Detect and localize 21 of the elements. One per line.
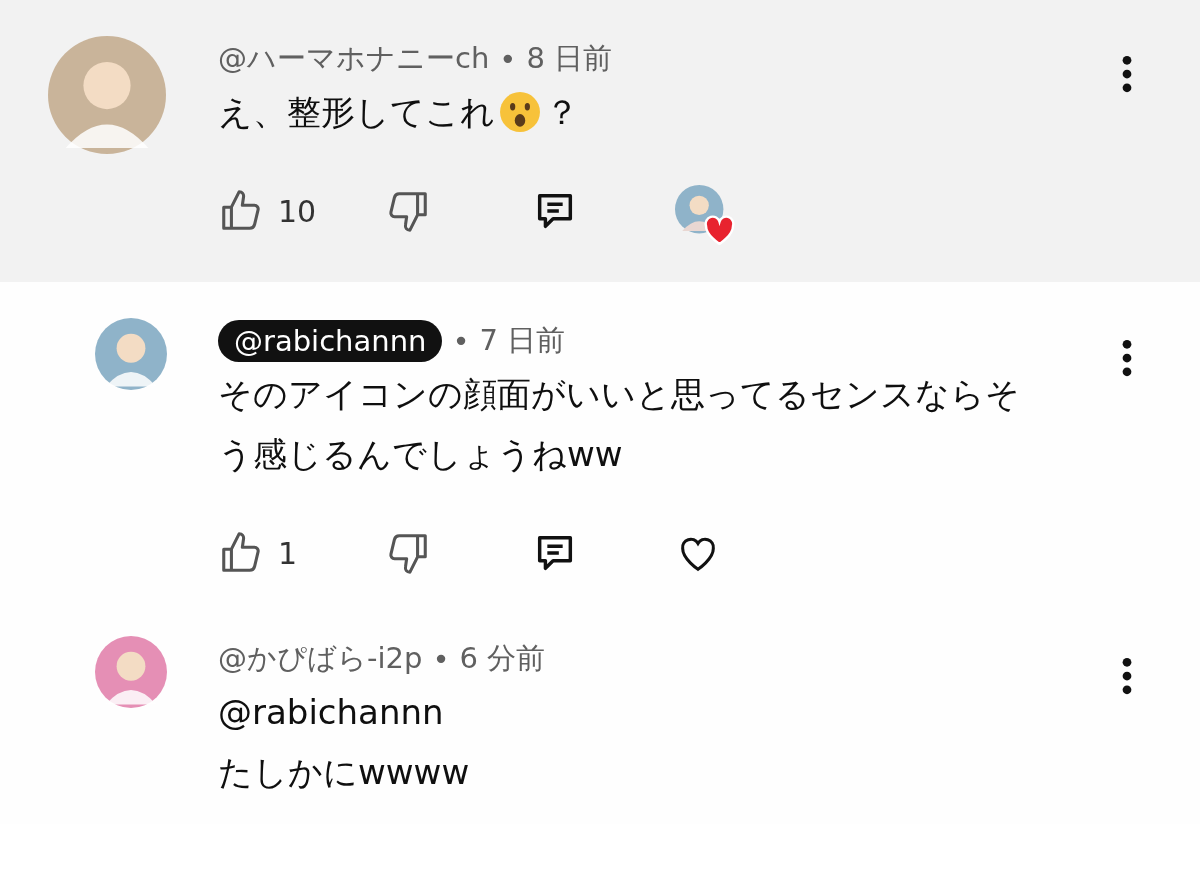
like-count: 10 bbox=[278, 193, 317, 229]
more-icon[interactable] bbox=[1122, 55, 1132, 93]
more-icon[interactable] bbox=[1122, 339, 1132, 377]
comment-time: 8 日前 bbox=[526, 40, 613, 77]
comment-text: ？ bbox=[545, 91, 579, 134]
like-count: 1 bbox=[278, 535, 298, 571]
comment-text: う感じるんでしょうねww bbox=[218, 433, 623, 476]
more-icon[interactable] bbox=[1122, 657, 1132, 695]
surprised-face-icon bbox=[499, 91, 541, 133]
comment-time: 7 日前 bbox=[479, 322, 566, 359]
comment-time: 6 分前 bbox=[459, 640, 546, 677]
comment-text: そのアイコンの顔面がいいと思ってるセンスならそ bbox=[218, 373, 1020, 416]
author-name[interactable]: @ハーマホナニーch bbox=[218, 39, 490, 79]
author-name[interactable]: @かぴばら-i2p bbox=[218, 639, 423, 679]
separator-dot: • bbox=[452, 324, 470, 358]
author-badge[interactable]: @rabichannn bbox=[218, 320, 443, 362]
separator-dot: • bbox=[432, 642, 450, 676]
comment-text: たしかにwwww bbox=[218, 751, 470, 794]
separator-dot: • bbox=[499, 42, 517, 76]
comment-text: え、整形してこれ bbox=[218, 91, 495, 134]
comment-text: @rabichannn bbox=[218, 691, 444, 734]
